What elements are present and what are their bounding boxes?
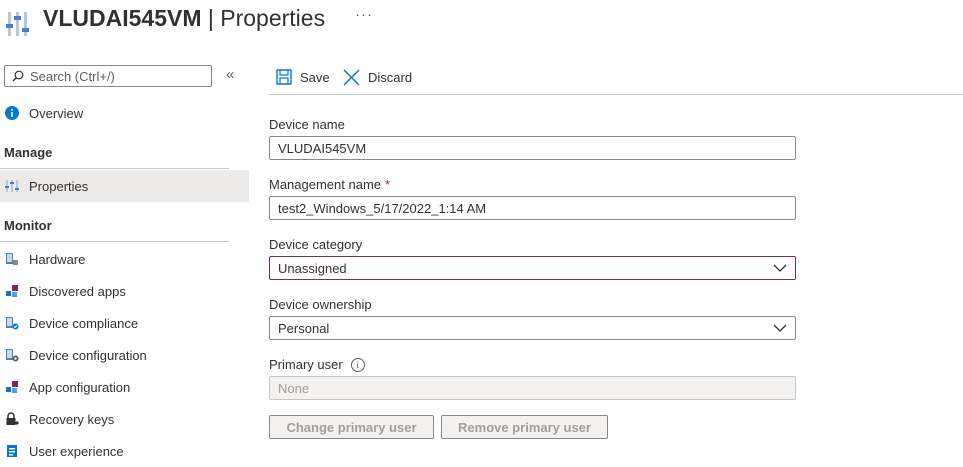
sidebar-item-label: Overview [29,105,84,121]
search-input[interactable] [30,68,200,84]
search-icon [12,70,24,82]
toolbar-divider [269,94,963,95]
sidebar-item-properties[interactable]: Properties [0,170,249,202]
device-ownership-value: Personal [278,320,330,336]
discovered-apps-icon [4,283,20,299]
discard-button[interactable]: Discard [343,66,412,88]
sidebar-item-label: Device compliance [29,315,139,331]
change-primary-user-button[interactable]: Change primary user [269,415,434,439]
primary-user-value: None [278,380,310,396]
device-name-field[interactable]: VLUDAI545VM [269,136,796,160]
info-icon[interactable]: i [350,357,365,372]
sidebar-item-discovered-apps[interactable]: Discovered apps [0,275,249,307]
title-separator: | [201,5,221,31]
divider [0,241,229,242]
management-name-label-text: Management name [269,177,382,192]
sidebar-item-recovery-keys[interactable]: Recovery keys [0,403,249,435]
search-box[interactable] [4,65,212,87]
sidebar-item-label: App configuration [29,379,131,395]
device-ownership-dropdown[interactable]: Personal [269,316,796,340]
sidebar-item-label: User experience [29,443,124,459]
device-name-label: Device name [269,117,345,132]
properties-icon [6,10,32,38]
user-experience-icon [4,443,20,459]
sidebar-item-device-configuration[interactable]: Device configuration [0,339,249,371]
remove-primary-user-button[interactable]: Remove primary user [441,415,608,439]
more-options-button[interactable]: ··· [355,6,373,23]
sidebar-item-label: Hardware [29,251,86,267]
hardware-icon [4,251,20,267]
sidebar-item-label: Discovered apps [29,283,126,299]
device-name-value: VLUDAI545VM [278,140,367,156]
chevron-down-icon [773,264,787,272]
primary-user-label-text: Primary user [269,357,343,372]
device-compliance-icon [4,315,20,331]
page-title: VLUDAI545VM | Properties [43,4,325,32]
primary-user-field: None [269,376,796,400]
sidebar-item-label: Recovery keys [29,411,115,427]
save-button[interactable]: Save [276,66,330,88]
device-category-label: Device category [269,237,363,252]
device-configuration-icon [4,347,20,363]
info-icon [4,105,20,121]
required-mark: * [385,177,391,192]
properties-icon [4,178,20,194]
primary-user-label: Primary user i [269,357,365,372]
management-name-field[interactable]: test2_Windows_5/17/2022_1:14 AM [269,196,796,220]
divider [0,168,229,169]
discard-label: Discard [368,69,413,85]
lock-icon [4,411,20,427]
management-name-value: test2_Windows_5/17/2022_1:14 AM [278,200,487,216]
save-icon [276,69,292,85]
section-monitor: Monitor [4,218,52,233]
device-category-dropdown[interactable]: Unassigned [269,256,796,280]
sidebar-item-user-experience[interactable]: User experience [0,435,249,467]
sidebar-item-app-configuration[interactable]: App configuration [0,371,249,403]
section-manage: Manage [4,145,53,160]
sidebar-item-device-compliance[interactable]: Device compliance [0,307,249,339]
management-name-label: Management name * [269,177,390,192]
chevron-down-icon [773,324,787,332]
collapse-sidebar-button[interactable]: « [226,66,234,83]
device-category-value: Unassigned [278,260,347,276]
save-label: Save [300,69,330,85]
device-ownership-label: Device ownership [269,297,372,312]
sidebar-item-label: Properties [29,178,89,194]
app-configuration-icon [4,379,20,395]
device-name-title: VLUDAI545VM [43,5,202,31]
sidebar-item-label: Device configuration [29,347,147,363]
close-icon [343,69,360,85]
page-name: Properties [220,5,326,31]
sidebar-item-overview[interactable]: Overview [0,97,249,129]
sidebar-item-hardware[interactable]: Hardware [0,243,249,275]
